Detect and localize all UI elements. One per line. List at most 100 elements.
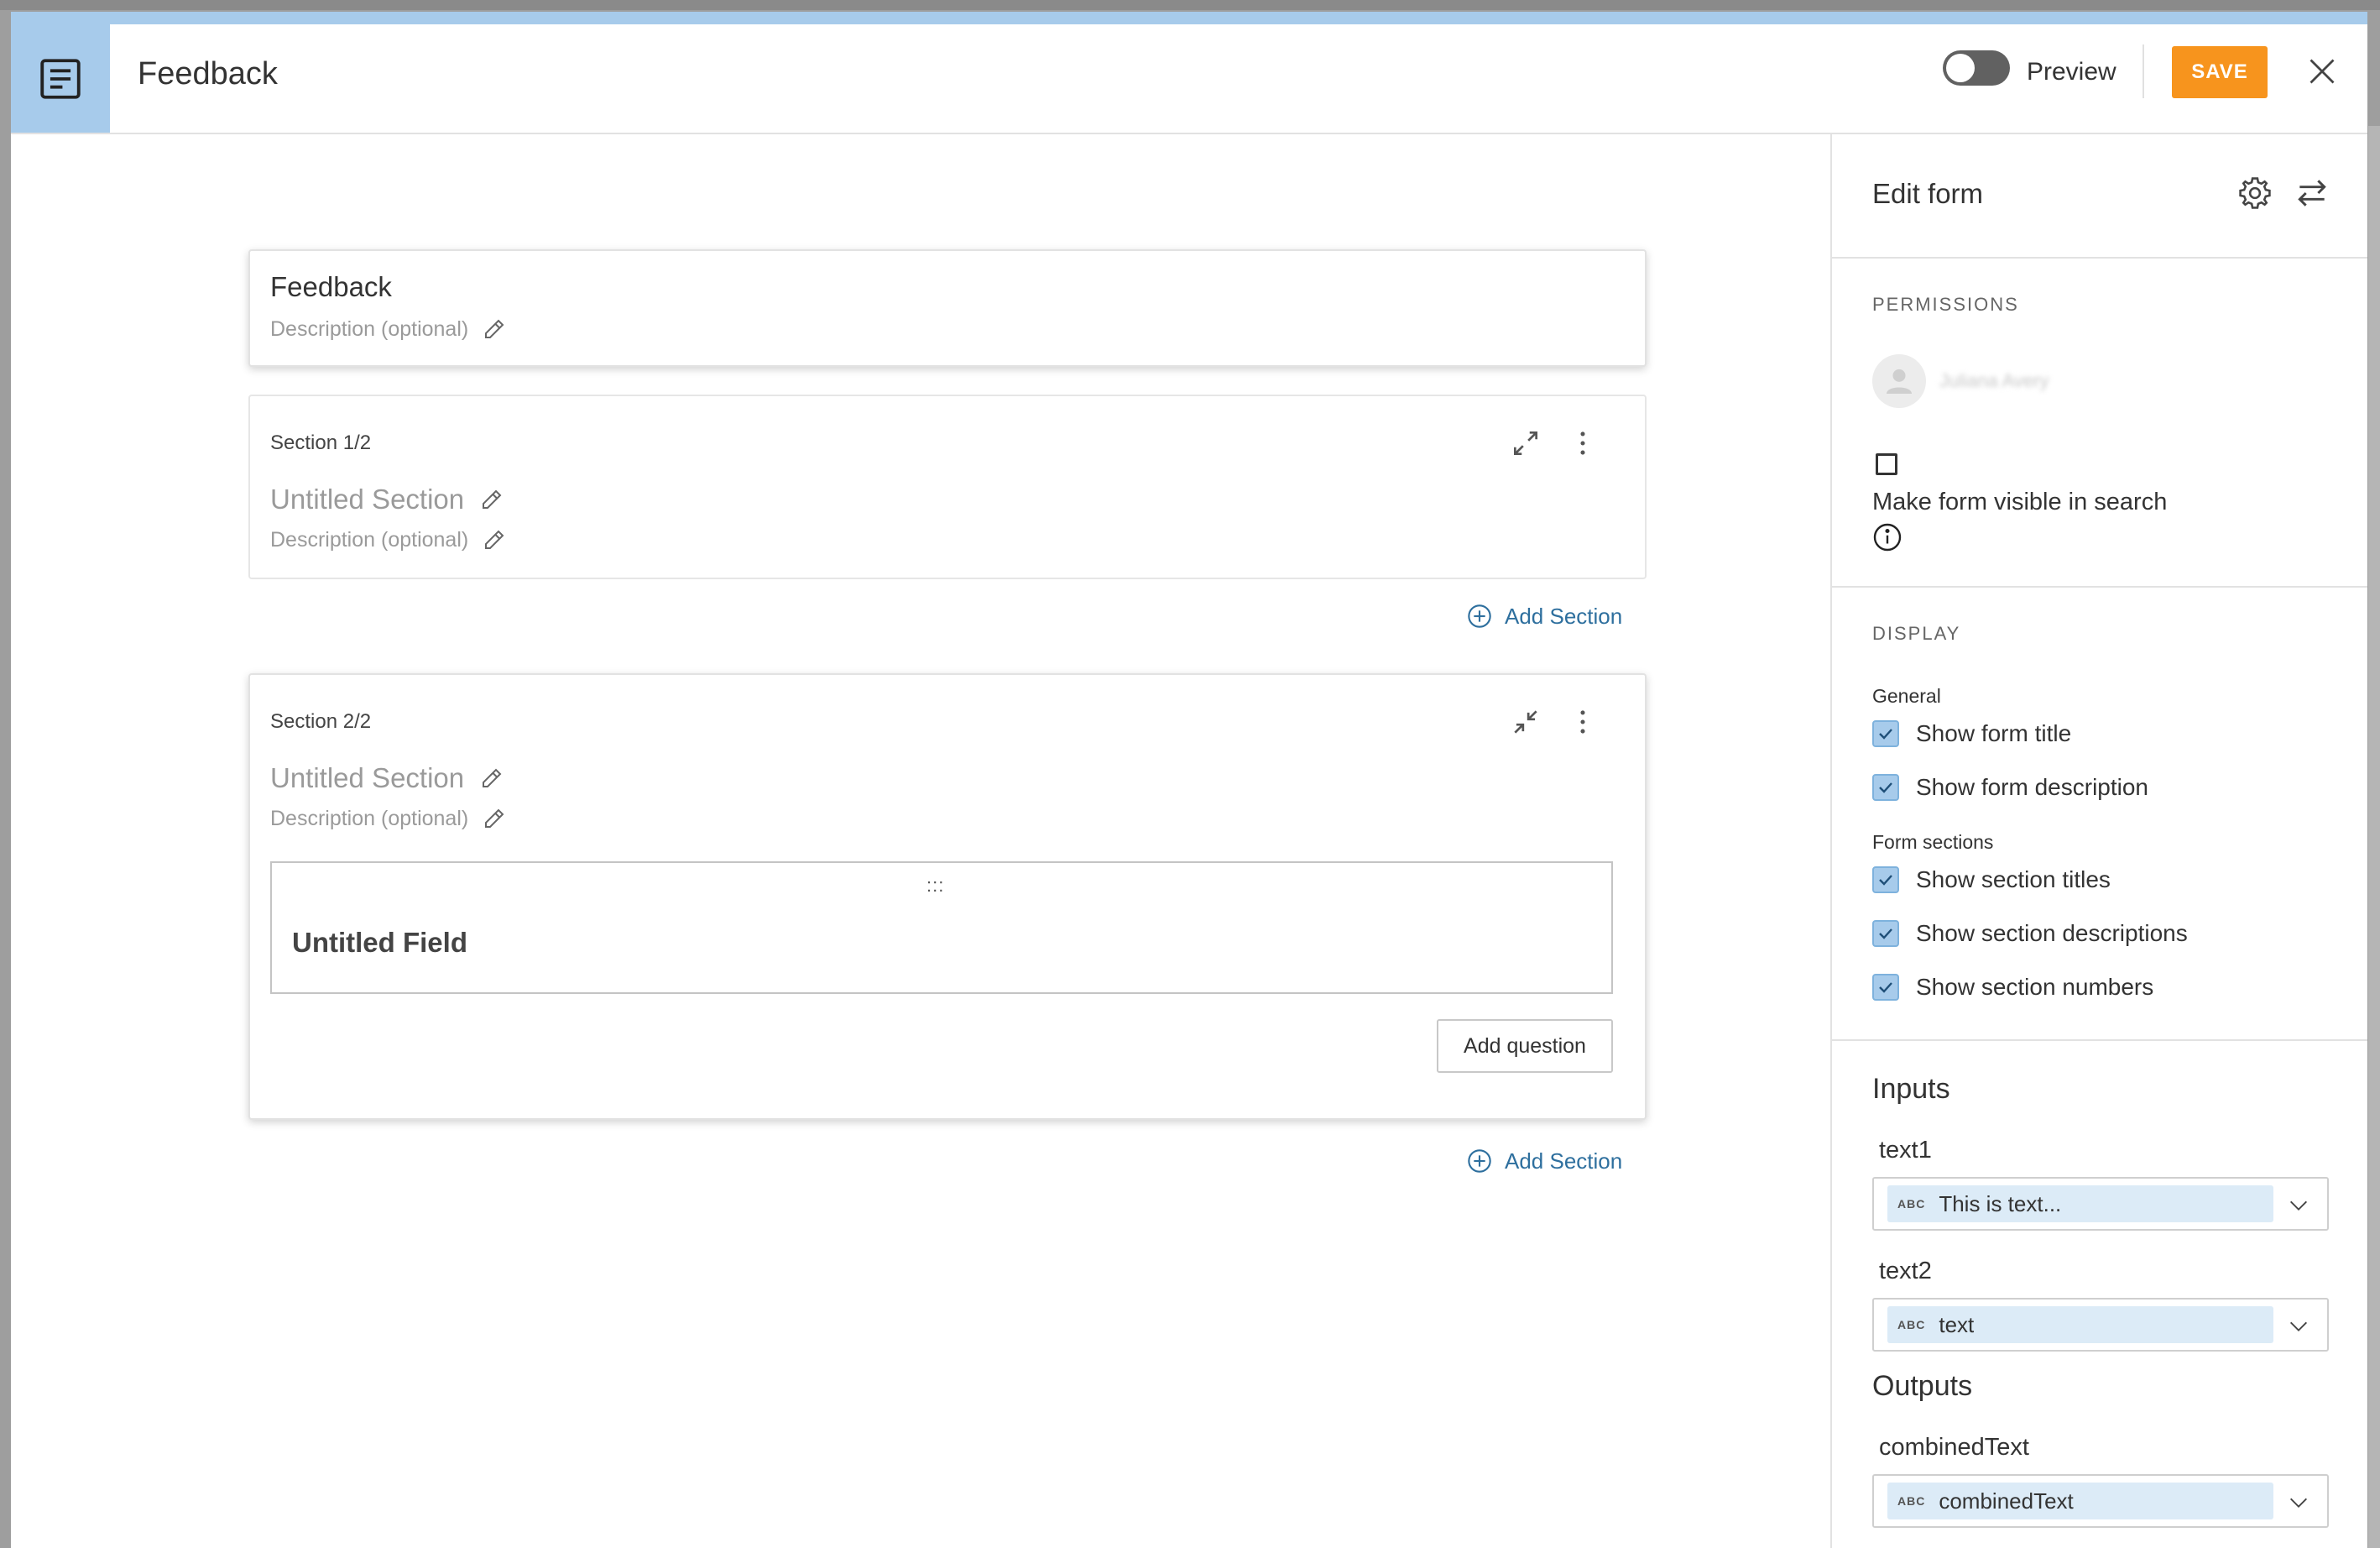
collapse-icon [1514, 710, 1537, 734]
input-mapping-select[interactable]: ABC This is text... [1872, 1177, 2329, 1231]
pencil-icon[interactable] [482, 316, 507, 342]
more-vertical-icon [1580, 431, 1585, 455]
header-divider [2143, 44, 2144, 98]
input-mapping-select[interactable]: ABC text [1872, 1298, 2329, 1352]
drag-handle[interactable]: ::: [926, 875, 944, 897]
chevron-down-icon[interactable] [2287, 1491, 2310, 1514]
mapped-value: combinedText [1939, 1488, 2074, 1514]
checkbox-checked[interactable] [1872, 774, 1899, 801]
info-icon[interactable] [1872, 522, 1902, 552]
modal-accent-bar [11, 12, 2367, 24]
add-section-label: Add Section [1505, 603, 1623, 629]
section-title-text: Untitled Section [270, 762, 465, 793]
panel-divider [1832, 1039, 2367, 1041]
chevron-down-icon[interactable] [2287, 1194, 2310, 1217]
value-chip: ABC combinedText [1887, 1483, 2273, 1519]
more-vertical-icon [1580, 710, 1585, 734]
preview-label: Preview [2027, 58, 2116, 86]
section-title[interactable]: Untitled Section [270, 762, 504, 794]
value-chip: ABC text [1887, 1306, 2273, 1343]
show-section-descriptions-option[interactable]: Show section descriptions [1872, 920, 2188, 947]
section-title[interactable]: Untitled Section [270, 484, 504, 515]
option-label: Show form title [1916, 720, 2072, 746]
pencil-icon[interactable] [482, 806, 507, 831]
section-number-label: Section 2/2 [270, 710, 372, 733]
checkbox-checked[interactable] [1872, 920, 1899, 947]
form-sections-label: Form sections [1872, 831, 1994, 853]
form-title[interactable]: Feedback [270, 271, 392, 303]
permission-user-name: Juliana Avery [1939, 370, 2049, 391]
swap-panel-button[interactable] [2292, 173, 2332, 213]
type-badge: ABC [1897, 1494, 1926, 1508]
modal-title: Feedback [138, 56, 278, 92]
show-form-description-option[interactable]: Show form description [1872, 774, 2148, 801]
checkmark-icon [1879, 875, 1892, 886]
show-form-title-option[interactable]: Show form title [1872, 720, 2071, 747]
checkmark-icon [1879, 928, 1892, 939]
section-card-1[interactable]: Section 1/2 Untitled Section Description… [248, 395, 1647, 579]
section-description-placeholder: Description (optional) [270, 806, 469, 830]
show-section-titles-option[interactable]: Show section titles [1872, 866, 2111, 893]
collapse-button[interactable] [1507, 703, 1544, 740]
option-label: Show section descriptions [1916, 920, 2188, 946]
panel-divider [1832, 586, 2367, 588]
checkbox-checked[interactable] [1872, 866, 1899, 893]
section-menu-button[interactable] [1564, 425, 1601, 462]
mapped-value: text [1939, 1311, 1975, 1337]
visible-in-search-label: Make form visible in search [1872, 489, 2168, 515]
checkmark-icon [1879, 982, 1892, 993]
expand-button[interactable] [1507, 425, 1544, 462]
add-section-button[interactable]: Add Section [1466, 603, 1622, 630]
option-label: Show form description [1916, 774, 2149, 800]
add-section-button[interactable]: Add Section [1466, 1148, 1622, 1174]
add-circle-icon [1468, 604, 1491, 628]
value-chip: ABC This is text... [1887, 1185, 2273, 1222]
form-field-card[interactable]: ::: Untitled Field [270, 861, 1613, 994]
input-name: text2 [1879, 1258, 1932, 1284]
outputs-heading: Outputs [1872, 1370, 1973, 1402]
preview-toggle[interactable] [1943, 50, 2010, 86]
visible-in-search-checkbox[interactable] [1876, 453, 1897, 475]
form-description[interactable]: Description (optional) [270, 316, 507, 342]
output-mapping-select[interactable]: ABC combinedText [1872, 1474, 2329, 1528]
input-name: text1 [1879, 1137, 1932, 1164]
section-description[interactable]: Description (optional) [270, 806, 507, 831]
add-question-button[interactable]: Add question [1437, 1019, 1613, 1073]
form-editor-modal: Feedback Preview SAVE Feedback Descripti… [11, 12, 2367, 1548]
pencil-icon[interactable] [479, 487, 504, 512]
display-heading: DISPLAY [1872, 623, 1961, 644]
save-button[interactable]: SAVE [2172, 46, 2268, 98]
inputs-heading: Inputs [1872, 1073, 1950, 1105]
edit-form-panel: Edit form PERMISSIONS Juliana Avery Make… [1830, 134, 2367, 1548]
type-badge: ABC [1897, 1197, 1926, 1211]
pencil-icon[interactable] [479, 766, 504, 791]
swap-arrows-icon [2298, 180, 2326, 207]
pencil-icon[interactable] [482, 527, 507, 552]
avatar [1872, 354, 1926, 408]
form-icon-box [11, 24, 110, 133]
section-menu-button[interactable] [1564, 703, 1601, 740]
checkbox-checked[interactable] [1872, 974, 1899, 1001]
section-description[interactable]: Description (optional) [270, 527, 507, 552]
checkbox-checked[interactable] [1872, 720, 1899, 747]
form-title-card[interactable]: Feedback Description (optional) [248, 249, 1647, 367]
mapped-value: This is text... [1939, 1190, 2062, 1216]
close-button[interactable] [2302, 51, 2342, 92]
option-label: Show section numbers [1916, 974, 2154, 1000]
section-title-text: Untitled Section [270, 484, 465, 515]
form-document-icon [40, 58, 81, 99]
close-icon [2310, 59, 2335, 84]
panel-title: Edit form [1872, 178, 1984, 209]
add-section-label: Add Section [1505, 1148, 1623, 1174]
field-title[interactable]: Untitled Field [292, 927, 467, 959]
general-label: General [1872, 685, 1941, 707]
section-card-2[interactable]: Section 2/2 Untitled Section Description… [248, 673, 1647, 1120]
permissions-heading: PERMISSIONS [1872, 294, 2019, 315]
settings-button[interactable] [2235, 173, 2275, 213]
chevron-down-icon[interactable] [2287, 1315, 2310, 1338]
show-section-numbers-option[interactable]: Show section numbers [1872, 974, 2153, 1001]
backdrop-strip [2368, 126, 2380, 1548]
permission-user: Juliana Avery [1872, 354, 2049, 408]
form-description-placeholder: Description (optional) [270, 316, 469, 341]
form-canvas: Feedback Description (optional) Section … [11, 134, 1830, 1548]
